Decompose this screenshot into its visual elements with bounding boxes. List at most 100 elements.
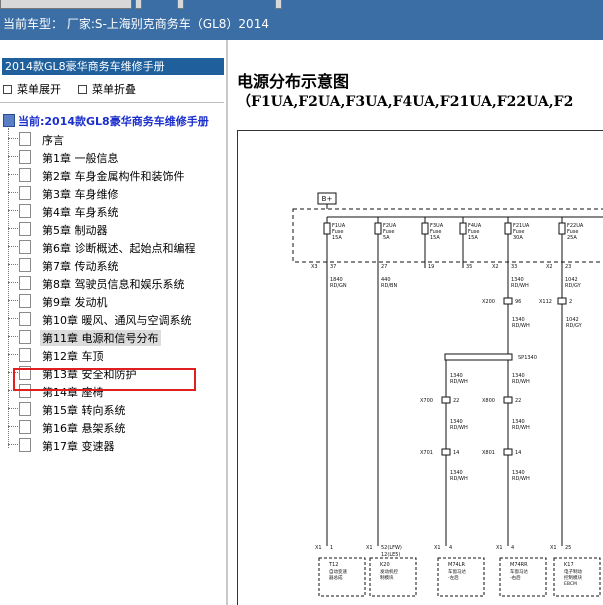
inline-connector-id: X801 <box>482 450 495 456</box>
component-pin: 4 <box>449 545 452 551</box>
page-icon <box>19 330 31 344</box>
selection-highlight-box <box>13 368 196 391</box>
tree-branch-line <box>8 192 18 193</box>
tree-item-label: 第8章 驾驶员信息和娱乐系统 <box>42 278 185 291</box>
tree-item-9[interactable]: 第9章 发动机 <box>8 292 222 310</box>
tree-branch-line <box>8 174 18 175</box>
wire-color: RD/WH <box>450 476 468 482</box>
toolbar-button-2[interactable] <box>135 0 142 9</box>
fuse-rating: 15A <box>468 235 478 241</box>
fuse-symbol <box>421 222 429 235</box>
component-connector-id: X1 <box>366 545 373 551</box>
component-desc: 器总成 <box>329 574 343 581</box>
page-icon <box>19 168 31 182</box>
wire-color: RD/WH <box>450 425 468 431</box>
tree-item-label: 第1章 一般信息 <box>42 152 119 165</box>
fuse-symbol <box>504 222 512 235</box>
component-connector-id: X1 <box>496 545 503 551</box>
component-desc: 制模块 <box>380 574 394 581</box>
splice-symbol <box>444 353 513 361</box>
tree-item-10[interactable]: 第10章 暖风、通风与空调系统 <box>8 310 222 328</box>
connector-pin: 37 <box>330 264 336 270</box>
tree-item-3[interactable]: 第3章 车身维修 <box>8 184 222 202</box>
page-icon <box>19 312 31 326</box>
tree-item-label: 第9章 发动机 <box>42 296 108 309</box>
tree-item-7[interactable]: 第7章 传动系统 <box>8 256 222 274</box>
component-connector-id: X1 <box>434 545 441 551</box>
tree-item-label: 序言 <box>42 134 64 147</box>
page-icon <box>19 402 31 416</box>
component-ref: K20 <box>380 562 390 568</box>
tree-branch-line <box>8 156 18 157</box>
fuse-rating: 30A <box>513 235 523 241</box>
fuse-rating: 25A <box>567 235 577 241</box>
tree-item-1[interactable]: 第1章 一般信息 <box>8 148 222 166</box>
page-icon <box>19 132 31 146</box>
page-icon <box>19 348 31 362</box>
wire-color: RD/GN <box>330 283 347 289</box>
inline-connector-pin: 22 <box>515 398 521 404</box>
collapse-menu-button[interactable]: 菜单折叠 <box>78 81 136 97</box>
component-desc: 车窗马达 <box>448 568 466 575</box>
component-ref: T12 <box>328 562 338 568</box>
connector-symbol <box>503 297 513 305</box>
toolbar-button-1[interactable] <box>0 0 132 9</box>
connector-symbol <box>557 297 567 305</box>
tree-item-4[interactable]: 第4章 车身系统 <box>8 202 222 220</box>
toolbar-button-4[interactable] <box>275 0 282 9</box>
tree-item-17[interactable]: 第17章 变速器 <box>8 436 222 454</box>
page-icon <box>19 222 31 236</box>
tree-item-label: 第17章 变速器 <box>42 440 115 453</box>
splice-label: SP1340 <box>518 355 537 361</box>
wire-color: RD/GY <box>565 283 582 289</box>
page-icon <box>19 420 31 434</box>
current-manual-label: 当前:2014款GL8豪华商务车维修手册 <box>18 115 209 128</box>
tree-item-15[interactable]: 第15章 转向系统 <box>8 400 222 418</box>
tree-item-label: 第15章 转向系统 <box>42 404 126 417</box>
tree-item-label: 第16章 悬架系统 <box>42 422 126 435</box>
collapse-menu-label: 菜单折叠 <box>92 83 136 96</box>
tree-item-label: 第3章 车身维修 <box>42 188 119 201</box>
tree-item-6[interactable]: 第6章 诊断概述、起始点和编程 <box>8 238 222 256</box>
fuse-rating: 15A <box>430 235 440 241</box>
connector-pin: 23 <box>565 264 571 270</box>
current-manual-node[interactable]: 当前:2014款GL8豪华商务车维修手册 <box>3 113 209 129</box>
page-icon <box>19 438 31 452</box>
component-desc: 控制模块 <box>564 574 582 581</box>
connector-id: X2 <box>492 264 499 270</box>
component-ref: M74RR <box>510 562 528 568</box>
tree-item-16[interactable]: 第16章 悬架系统 <box>8 418 222 436</box>
component-desc: -左后 <box>448 574 459 581</box>
component-desc: 车窗马达 <box>510 568 528 575</box>
document-subtitle: （F1UA,F2UA,F3UA,F4UA,F21UA,F22UA,F2 <box>237 94 574 110</box>
page-icon <box>19 258 31 272</box>
connector-pin: 19 <box>428 264 434 270</box>
component-connector-id: X1 <box>315 545 322 551</box>
navigation-pane: 2014款GL8豪华商务车维修手册 菜单展开 菜单折叠 当前:2014款GL8豪… <box>0 40 228 605</box>
tree-branch-line <box>8 408 18 409</box>
menu-icon <box>3 85 12 94</box>
inline-connector-id: X701 <box>420 450 433 456</box>
document-pane: 电源分布示意图 （F1UA,F2UA,F3UA,F4UA,F21UA,F22UA… <box>229 40 603 605</box>
tree-item-12[interactable]: 第12章 车顶 <box>8 346 222 364</box>
expand-menu-button[interactable]: 菜单展开 <box>3 81 61 97</box>
tree-item-11[interactable]: 第11章 电源和信号分布 <box>8 328 222 346</box>
component-pin: 4 <box>511 545 514 551</box>
page-icon <box>19 204 31 218</box>
wire-color: RD/WH <box>512 323 530 329</box>
tree-item-0[interactable]: 序言 <box>8 130 222 148</box>
diagram-frame: B+ F1UA Fuse 15A F2UA Fuse 5A F3UA Fuse 15A F4UA Fu… <box>237 130 603 605</box>
tree-item-label: 第11章 电源和信号分布 <box>40 330 161 346</box>
component-pin: 25 <box>565 545 571 551</box>
connector-symbol <box>503 448 513 456</box>
tree-item-5[interactable]: 第5章 制动器 <box>8 220 222 238</box>
inline-connector-pin: 14 <box>515 450 521 456</box>
component-ref: M74LR <box>448 562 465 568</box>
wiring-diagram: B+F1UAFuse15AF2UAFuse5AF3UAFuse15AF4UAFu… <box>292 192 603 597</box>
tree-item-8[interactable]: 第8章 驾驶员信息和娱乐系统 <box>8 274 222 292</box>
wire-color: RD/WH <box>512 379 530 385</box>
tree-item-2[interactable]: 第2章 车身金属构件和装饰件 <box>8 166 222 184</box>
tree-branch-line <box>8 444 18 445</box>
toolbar-button-3[interactable] <box>177 0 184 9</box>
inline-connector-pin: 14 <box>453 450 459 456</box>
